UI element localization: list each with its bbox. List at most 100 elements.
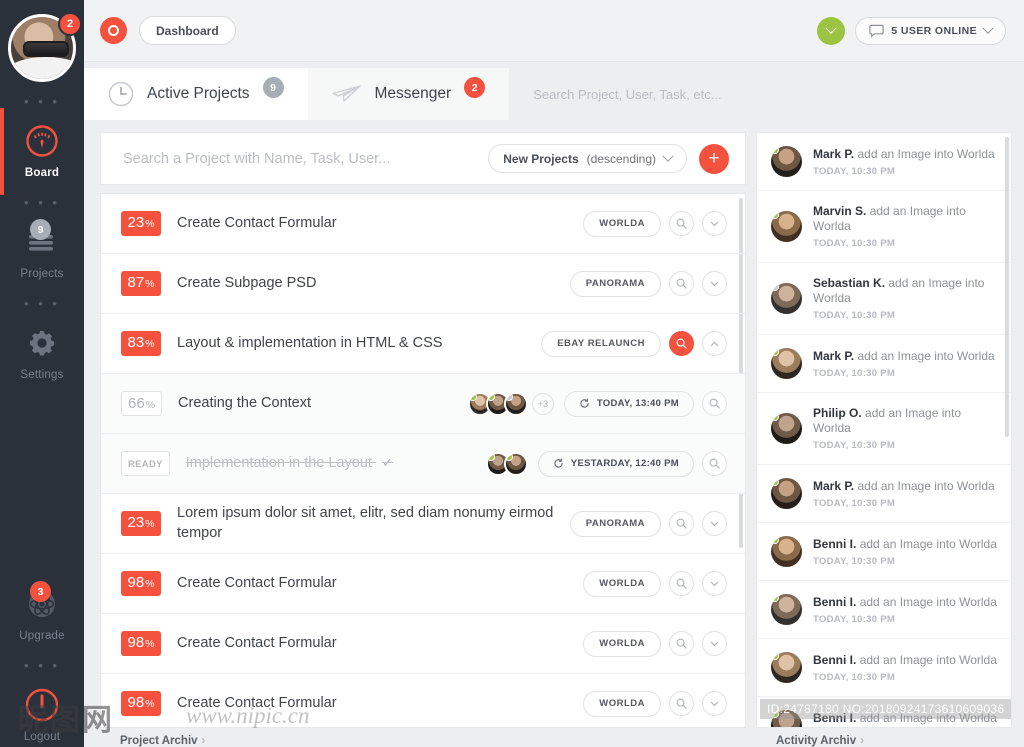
row-actions: WORLDA [583,570,727,597]
row-collapse-button[interactable] [702,331,727,357]
sidebar-item-upgrade[interactable]: 3 Upgrade [0,581,84,646]
status-dot [771,348,779,356]
circle-logo-icon[interactable] [100,17,127,44]
table-row[interactable]: 23% Create Contact Formular WORLDA [101,194,745,255]
clock-icon [108,81,134,107]
list-item[interactable]: Mark P. add an Image into Worlda TODAY, 1… [757,335,1011,393]
list-item[interactable]: Philip O. add an Image into Worlda TODAY,… [757,393,1011,465]
progress-unit: % [145,518,155,531]
project-search-input[interactable]: Search a Project with Name, Task, User..… [123,151,488,167]
list-item[interactable]: Mark P. add an Image into Worlda TODAY, 1… [757,465,1011,523]
avatar [771,594,802,625]
tab-active-projects[interactable]: Active Projects 9 [84,68,308,120]
table-row[interactable]: 98% Create Contact Formular WORLDA [101,674,745,727]
row-expand-button[interactable] [702,271,727,297]
project-archive-label: Project Archiv [120,735,198,747]
dashboard-button[interactable]: Dashboard [139,16,236,45]
project-archive-link[interactable]: Project Archiv › [120,735,205,747]
sidebar-item-projects[interactable]: 9 Projects [0,219,84,284]
project-tag[interactable]: WORLDA [583,570,661,597]
list-item[interactable]: Sebastian K. add an Image into Worlda TOD… [757,263,1011,335]
activity-line: Mark P. add an Image into Worlda [813,479,995,494]
table-row[interactable]: 98% Create Contact Formular WORLDA [101,554,745,615]
sidebar-item-settings[interactable]: Settings [0,322,84,385]
table-row[interactable]: 23% Lorem ipsum dolor sit amet, elitr, se… [101,494,745,555]
row-search-button[interactable] [669,271,694,297]
activity-list-scrollbar[interactable] [1005,137,1009,437]
list-item[interactable]: Benni I. add an Image into WorldaTODAY, … [757,581,1011,639]
avatar [771,211,802,242]
progress-value: 23 [127,514,145,532]
assignee-avatars[interactable] [485,451,528,476]
sidebar-item-settings-label: Settings [20,369,64,381]
row-expand-button[interactable] [702,511,727,537]
activity-time: TODAY, 10:30 PM [813,555,896,567]
row-actions: WORLDA [583,210,727,237]
timestamp-pill[interactable]: YESTARDAY, 12:40 PM [537,450,694,477]
users-online-dropdown[interactable]: 5 USER ONLINE [855,16,1006,45]
list-item[interactable]: Mark P. add an Image into Worlda TODAY, 1… [757,133,1011,191]
row-search-button[interactable] [669,691,694,717]
activity-text: Philip O. add an Image into Worlda TODAY,… [813,406,997,451]
project-tag[interactable]: WORLDA [583,630,661,657]
project-title: Create Contact Formular [177,695,337,712]
row-search-button[interactable] [669,211,694,237]
project-tag[interactable]: WORLDA [583,690,661,717]
avatar-overflow-count[interactable]: +3 [531,392,554,415]
list-item[interactable]: Marvin S. add an Image into Worlda TODAY,… [757,191,1011,263]
table-row[interactable]: 98% Create Contact Formular WORLDA [101,614,745,675]
avatar [771,146,802,177]
row-expand-button[interactable] [702,691,727,717]
project-tag[interactable]: PANORAMA [569,270,661,297]
activity-line: Sebastian K. add an Image into Worlda [813,276,997,306]
activity-line: Benni I. add an Image into Worlda [813,537,997,552]
row-expand-button[interactable] [702,211,727,237]
row-search-button[interactable] [669,631,694,657]
project-tag[interactable]: EBAY RELAUNCH [541,330,661,357]
sidebar-item-board[interactable]: Board [0,108,84,195]
status-dot [487,453,495,461]
content-area: Dashboard 5 USER ONLINE Active Projects … [84,0,1024,747]
row-search-button[interactable] [669,331,694,357]
row-actions: WORLDA [583,630,727,657]
status-dot [487,393,495,401]
add-project-button[interactable]: + [699,143,729,174]
row-search-button[interactable] [702,451,727,477]
sidebar-divider-dots-3: • • • [24,296,60,311]
status-dot [771,211,779,219]
table-row[interactable]: 66% Creating the Context +3 TODAY, 13:40 PM [101,374,745,435]
activity-archive-link[interactable]: Activity Archiv › [776,735,864,747]
timestamp-pill[interactable]: TODAY, 13:40 PM [563,390,694,417]
list-item[interactable]: Benni I. add an Image into Worlda TODAY, … [757,523,1011,581]
table-row[interactable]: 83% Layout & implementation in HTML & CSS… [101,314,745,375]
status-dot [771,413,779,421]
avatar[interactable]: 2 [8,12,82,82]
timestamp-label: TODAY, 13:40 PM [596,398,679,410]
activity-column: Mark P. add an Image into Worlda TODAY, 1… [756,132,1012,747]
sidebar-item-board-label: Board [24,167,60,179]
row-search-button[interactable] [669,571,694,597]
main-columns: Search a Project with Name, Task, User..… [84,120,1024,747]
table-row[interactable]: 87% Create Subpage PSD PANORAMA [101,254,745,315]
status-dot [771,594,779,602]
assignee-avatars[interactable]: +3 [467,391,554,416]
project-tag[interactable]: PANORAMA [569,510,661,537]
row-expand-button[interactable] [702,571,727,597]
sort-dropdown[interactable]: New Projects (descending) [488,144,687,174]
list-item[interactable]: Benni I. add an Image into WorldaTODAY, … [757,697,1011,727]
progress-badge: READY [121,451,170,477]
project-tag[interactable]: WORLDA [583,210,661,237]
table-row[interactable]: READY Implementation in the Layout ✓ YESTA… [101,434,745,495]
list-item[interactable]: Benni I. add an Image into WorldaTODAY, … [757,639,1011,697]
row-search-button[interactable] [669,511,694,537]
status-dot [505,453,513,461]
expand-green-button[interactable] [817,16,846,45]
row-search-button[interactable] [702,391,727,417]
global-search-input[interactable]: Search Project, User, Task, etc... [509,68,1024,120]
projects-column: Search a Project with Name, Task, User..… [100,132,746,747]
tab-messenger[interactable]: Messenger 2 [307,68,510,120]
activity-time: TODAY, 10:30 PM [813,671,896,683]
sidebar-item-logout[interactable]: Logout [0,684,84,747]
row-expand-button[interactable] [702,631,727,657]
avatar [771,652,802,683]
